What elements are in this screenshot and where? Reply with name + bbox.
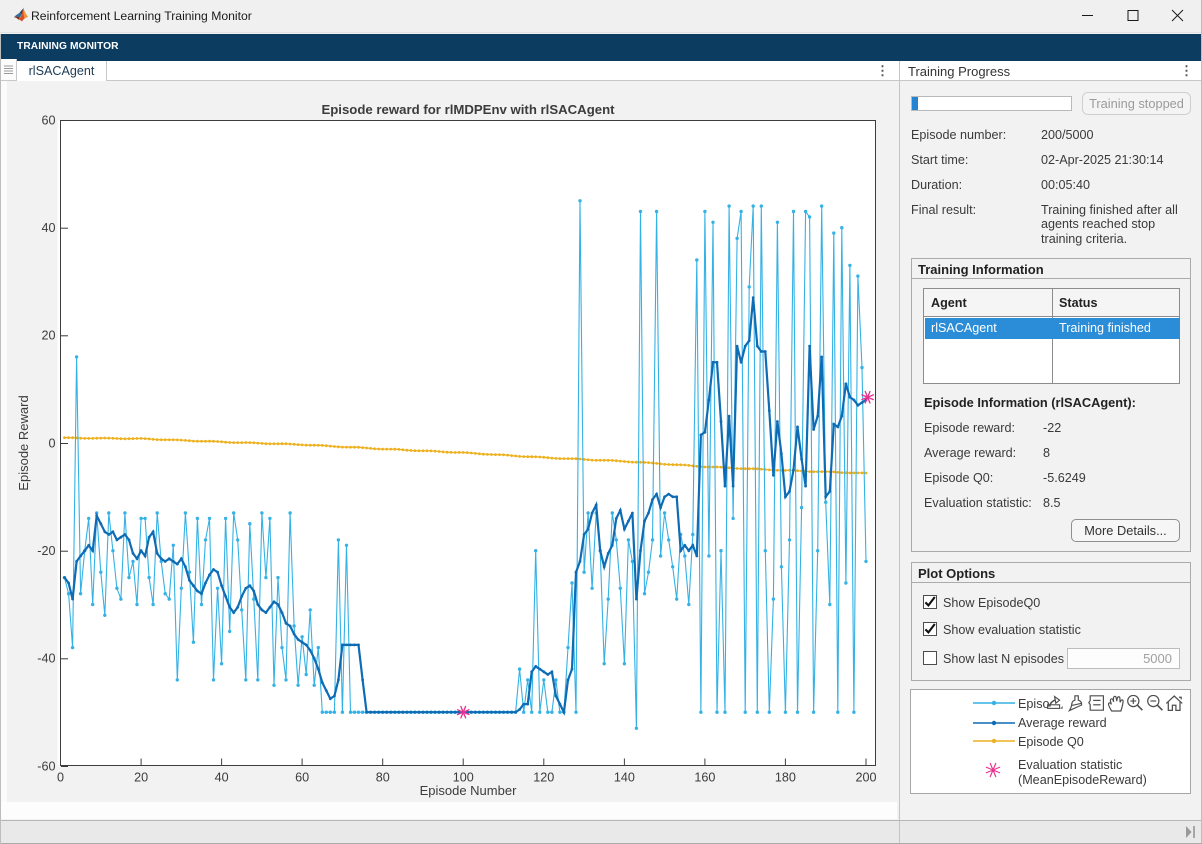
svg-text:180: 180 — [775, 771, 796, 785]
svg-text:-40: -40 — [37, 652, 55, 666]
svg-text:160: 160 — [694, 771, 715, 785]
svg-text:Episode Reward: Episode Reward — [16, 395, 31, 490]
svg-text:0: 0 — [48, 436, 55, 450]
svg-text:Episode Number: Episode Number — [420, 783, 517, 798]
svg-text:-20: -20 — [37, 544, 55, 558]
svg-text:60: 60 — [41, 113, 55, 127]
svg-text:40: 40 — [215, 771, 229, 785]
svg-text:20: 20 — [41, 329, 55, 343]
svg-text:140: 140 — [614, 771, 635, 785]
svg-text:20: 20 — [134, 771, 148, 785]
svg-text:Episode reward for rlMDPEnv wi: Episode reward for rlMDPEnv with rlSACAg… — [321, 102, 615, 117]
svg-text:0: 0 — [57, 771, 64, 785]
svg-text:120: 120 — [533, 771, 554, 785]
svg-text:40: 40 — [41, 221, 55, 235]
svg-text:-60: -60 — [37, 759, 55, 773]
svg-text:200: 200 — [855, 771, 876, 785]
svg-text:80: 80 — [376, 771, 390, 785]
svg-text:60: 60 — [295, 771, 309, 785]
